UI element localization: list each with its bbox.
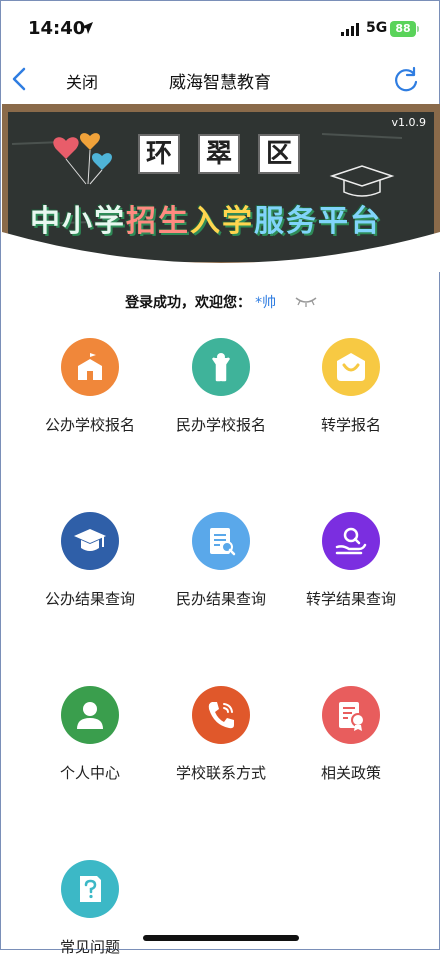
headline-part: 服务平台 (254, 204, 382, 239)
smile-bag-icon (337, 353, 365, 381)
menu-item-transfer-enroll[interactable]: 转学报名 (281, 338, 421, 435)
menu-item-school-contacts[interactable]: 学校联系方式 (151, 686, 291, 783)
menu-icon-circle (322, 686, 380, 744)
menu-icon-circle (192, 686, 250, 744)
hero-banner: v1.0.9 环 翠 区 中小学招生入学服务平台 (2, 104, 440, 272)
menu-icon-circle (322, 338, 380, 396)
nav-bar: 关闭 威海智慧教育 (0, 56, 442, 104)
child-icon (211, 353, 231, 382)
menu-label: 转学报名 (320, 416, 381, 434)
menu-label: 常见问题 (59, 938, 120, 956)
menu-icon-circle (61, 860, 119, 918)
status-bar: 14:40 5G 88 (0, 0, 442, 56)
district-tile: 翠 (198, 134, 240, 174)
menu-icon-circle (192, 512, 250, 570)
headline-part: 入学 (190, 204, 254, 239)
menu-item-transfer-result-query[interactable]: 转学结果查询 (281, 512, 421, 609)
menu-item-private-result-query[interactable]: 民办结果查询 (151, 512, 291, 609)
refresh-icon[interactable] (392, 66, 420, 94)
page-title: 威海智慧教育 (169, 73, 271, 93)
district-tile: 环 (138, 134, 180, 174)
certificate-icon (339, 702, 365, 731)
menu-label: 个人中心 (59, 764, 120, 782)
welcome-text: 登录成功，欢迎您： (125, 295, 252, 311)
menu-item-private-school-enroll[interactable]: 民办学校报名 (151, 338, 291, 435)
menu-item-faq[interactable]: 常见问题 (20, 860, 160, 957)
menu-label: 民办学校报名 (175, 416, 266, 434)
phone-icon (208, 702, 234, 729)
eye-closed-icon[interactable] (295, 295, 317, 311)
menu-label: 公办结果查询 (44, 590, 135, 608)
close-button[interactable]: 关闭 (66, 69, 98, 93)
status-time: 14:40 (28, 18, 86, 39)
battery-level: 88 (390, 21, 416, 37)
headline-part: 招生 (126, 204, 190, 239)
battery-tip (417, 26, 419, 32)
welcome-line: 登录成功，欢迎您： *帅 (0, 292, 442, 312)
hand-search-icon (335, 527, 367, 555)
menu-label: 民办结果查询 (175, 590, 266, 608)
menu-item-personal-center[interactable]: 个人中心 (20, 686, 160, 783)
menu-label: 公办学校报名 (44, 416, 135, 434)
chalkboard-background (2, 104, 440, 272)
district-tile: 区 (258, 134, 300, 174)
question-doc-icon (80, 876, 101, 902)
network-type: 5G (366, 20, 388, 36)
menu-item-public-result-query[interactable]: 公办结果查询 (20, 512, 160, 609)
back-chevron-icon[interactable] (6, 64, 32, 94)
menu-icon-circle (322, 512, 380, 570)
menu-icon-circle (61, 686, 119, 744)
menu-item-public-school-enroll[interactable]: 公办学校报名 (20, 338, 160, 435)
user-icon (77, 702, 103, 729)
menu-label: 学校联系方式 (175, 764, 266, 782)
location-arrow-icon (80, 20, 94, 39)
username: *帅 (255, 295, 277, 311)
home-indicator[interactable] (143, 935, 299, 941)
school-icon (78, 353, 102, 380)
menu-label: 相关政策 (320, 764, 381, 782)
headline-part: 中小学 (30, 204, 126, 239)
version-label: v1.0.9 (391, 116, 427, 129)
menu-item-related-policies[interactable]: 相关政策 (281, 686, 421, 783)
banner-headline: 中小学招生入学服务平台 (30, 196, 382, 240)
menu-icon-circle (61, 512, 119, 570)
menu-label: 转学结果查询 (305, 590, 396, 608)
document-search-icon (210, 528, 236, 556)
menu-icon-circle (61, 338, 119, 396)
graduation-cap-icon (74, 529, 106, 551)
cellular-signal-icon (341, 22, 361, 41)
district-tiles: 环 翠 区 (138, 134, 300, 174)
menu-icon-circle (192, 338, 250, 396)
